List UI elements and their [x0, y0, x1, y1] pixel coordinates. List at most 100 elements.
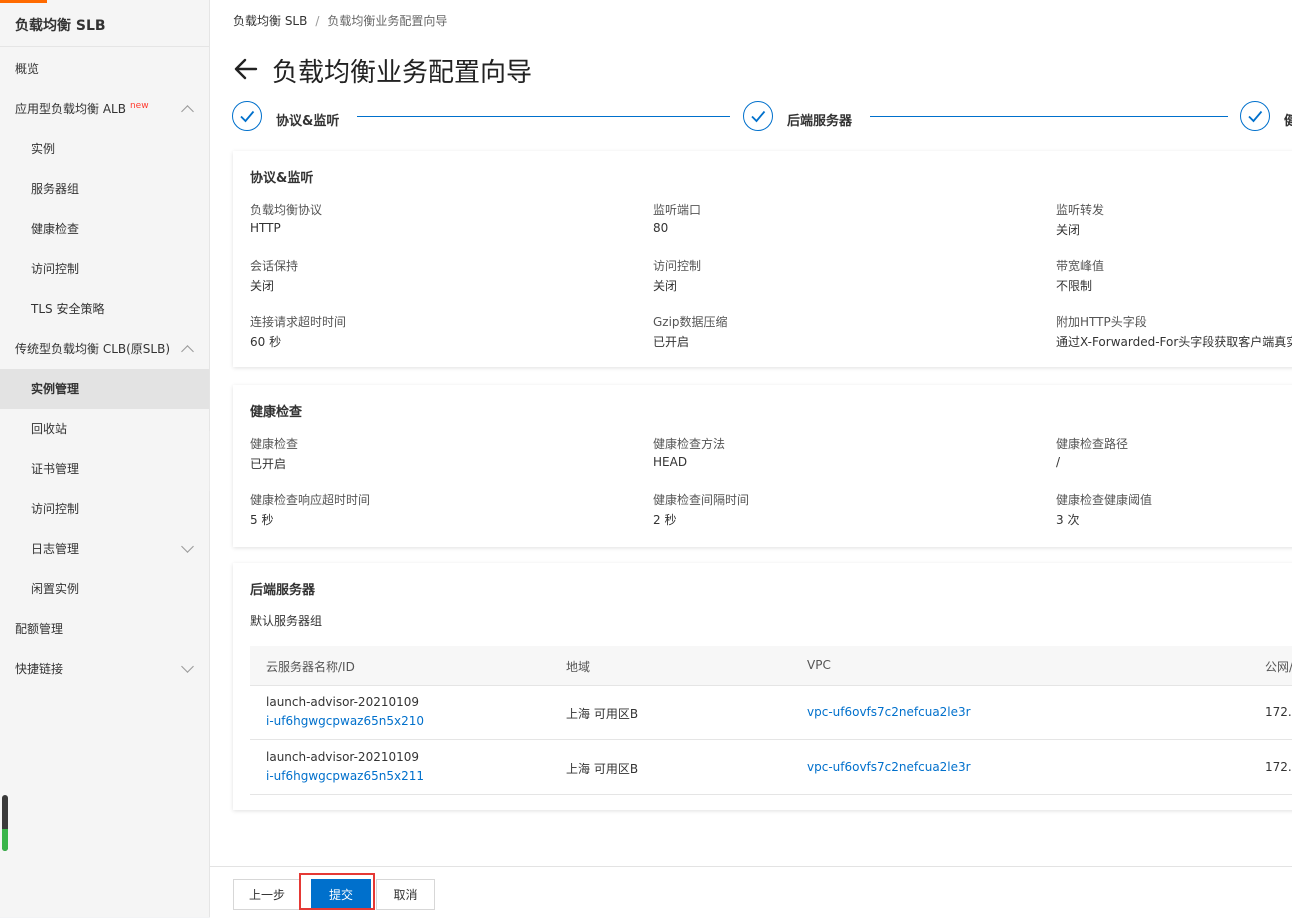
arrow-left-icon[interactable] [232, 55, 260, 83]
vpc-link[interactable]: vpc-uf6ovfs7c2nefcua2le3r [807, 705, 971, 719]
sidebar-item-health-check[interactable]: 健康检查 [0, 209, 209, 249]
field-value: 已开启 [653, 335, 690, 349]
sidebar-item-alb-access-control[interactable]: 访问控制 [0, 249, 209, 289]
main-content: 负载均衡 SLB / 负载均衡业务配置向导 负载均衡业务配置向导 协议&监听 后端服… [210, 0, 1292, 918]
sidebar-item-label: 访问控制 [31, 262, 80, 276]
sidebar-item-tls-policy[interactable]: TLS 安全策略 [0, 289, 209, 329]
field-label: 监听端口 [653, 203, 702, 217]
field-label: 健康检查响应超时时间 [250, 493, 371, 507]
field-label: 健康检查 [250, 437, 299, 451]
step-check-icon [1240, 101, 1270, 131]
sidebar-item-alb[interactable]: 应用型负载均衡 ALB new [0, 89, 209, 129]
sidebar-divider [0, 46, 209, 47]
field-value: 关闭 [1056, 223, 1081, 237]
server-name: launch-advisor-20210109 [266, 750, 420, 764]
listener-card: 协议&监听 负载均衡协议 HTTP 监听端口 80 监听转发 关闭 会话保持 关… [233, 151, 1292, 367]
field-label: Gzip数据压缩 [653, 315, 728, 329]
backend-servers-card: 后端服务器 默认服务器组 云服务器名称/ID 地域 VPC 公网/ launch… [233, 563, 1292, 810]
sidebar-item-label: 回收站 [31, 422, 68, 436]
server-region: 上海 可用区B [566, 762, 639, 776]
server-ip: 172.1 [1265, 760, 1292, 774]
sidebar-item-label: 证书管理 [31, 462, 80, 476]
chevron-up-icon[interactable] [181, 105, 194, 118]
sidebar-item-clb-access-control[interactable]: 访问控制 [0, 489, 209, 529]
breadcrumb: 负载均衡 SLB / 负载均衡业务配置向导 [233, 12, 447, 29]
floating-widget-indicator [2, 829, 8, 851]
sidebar-item-label: 闲置实例 [31, 582, 80, 596]
sidebar-item-certificates[interactable]: 证书管理 [0, 449, 209, 489]
listener-card-title: 协议&监听 [250, 171, 314, 186]
field-value: 3 次 [1056, 513, 1080, 527]
server-id-link[interactable]: i-uf6hgwgcpwaz65n5x210 [266, 714, 424, 728]
server-region: 上海 可用区B [566, 707, 639, 721]
field-value: 关闭 [250, 279, 275, 293]
sidebar-item-alb-instances[interactable]: 实例 [0, 129, 209, 169]
breadcrumb-current: 负载均衡业务配置向导 [327, 14, 448, 28]
field-value: 5 秒 [250, 513, 274, 527]
step-connector [870, 116, 1228, 117]
server-ip: 172.1 [1265, 705, 1292, 719]
floating-widget[interactable] [2, 795, 8, 851]
sidebar-item-label: 健康检查 [31, 222, 80, 236]
field-label: 健康检查间隔时间 [653, 493, 750, 507]
field-label: 附加HTTP头字段 [1056, 315, 1147, 329]
sidebar-title: 负载均衡 SLB [15, 18, 106, 34]
field-label: 访问控制 [653, 259, 702, 273]
step-check-icon [232, 101, 262, 131]
field-label: 健康检查健康阈值 [1056, 493, 1153, 507]
sidebar-item-label: 实例 [31, 142, 56, 156]
sidebar-item-instance-management[interactable]: 实例管理 [0, 369, 209, 409]
sidebar-item-label: 日志管理 [31, 542, 80, 556]
field-value: HEAD [653, 455, 688, 469]
field-value: 80 [653, 221, 669, 235]
field-label: 健康检查路径 [1056, 437, 1129, 451]
health-check-card: 健康检查 健康检查 已开启 健康检查方法 HEAD 健康检查路径 / 健康检查响… [233, 385, 1292, 547]
sidebar-item-quota[interactable]: 配额管理 [0, 609, 209, 649]
breadcrumb-root[interactable]: 负载均衡 SLB [233, 14, 307, 28]
chevron-up-icon[interactable] [181, 345, 194, 358]
sidebar-item-server-groups[interactable]: 服务器组 [0, 169, 209, 209]
page-title: 负载均衡业务配置向导 [272, 58, 533, 88]
step-label-backend: 后端服务器 [787, 114, 853, 129]
sidebar-item-label: 快捷链接 [15, 662, 64, 676]
previous-step-button[interactable]: 上一步 [233, 879, 301, 910]
sidebar-item-label: 应用型负载均衡 ALB [15, 102, 126, 116]
sidebar-item-label: 实例管理 [31, 382, 80, 396]
column-header-name: 云服务器名称/ID [266, 660, 355, 674]
sidebar-item-quick-links[interactable]: 快捷链接 [0, 649, 209, 689]
field-label: 带宽峰值 [1056, 259, 1105, 273]
field-value: 2 秒 [653, 513, 677, 527]
sidebar-item-label: 访问控制 [31, 502, 80, 516]
backend-card-title: 后端服务器 [250, 583, 316, 598]
chevron-down-icon[interactable] [181, 540, 194, 553]
field-value: 通过X-Forwarded-For头字段获取客户端真实I [1056, 335, 1292, 349]
field-label: 连接请求超时时间 [250, 315, 347, 329]
field-label: 会话保持 [250, 259, 299, 273]
column-header-vpc: VPC [807, 658, 831, 672]
table-row: launch-advisor-20210109 i-uf6hgwgcpwaz65… [250, 740, 1292, 795]
sidebar-item-label: 概览 [15, 62, 40, 76]
vpc-link[interactable]: vpc-uf6ovfs7c2nefcua2le3r [807, 760, 971, 774]
sidebar-item-overview[interactable]: 概览 [0, 49, 209, 89]
brand-accent-bar [0, 0, 47, 3]
field-label: 监听转发 [1056, 203, 1105, 217]
action-footer: 上一步 提交 取消 [210, 866, 1292, 918]
sidebar: 负载均衡 SLB 概览 应用型负载均衡 ALB new 实例 服务器组 健康检查 … [0, 0, 210, 917]
submit-button[interactable]: 提交 [311, 879, 371, 910]
sidebar-item-label: TLS 安全策略 [31, 302, 105, 316]
sidebar-item-log-management[interactable]: 日志管理 [0, 529, 209, 569]
sidebar-item-clb[interactable]: 传统型负载均衡 CLB(原SLB) [0, 329, 209, 369]
step-label-listener: 协议&监听 [276, 114, 340, 129]
sidebar-item-idle-instances[interactable]: 闲置实例 [0, 569, 209, 609]
chevron-down-icon[interactable] [181, 660, 194, 673]
sidebar-item-recycle-bin[interactable]: 回收站 [0, 409, 209, 449]
server-name: launch-advisor-20210109 [266, 695, 420, 709]
server-id-link[interactable]: i-uf6hgwgcpwaz65n5x211 [266, 769, 424, 783]
step-check-icon [743, 101, 773, 131]
health-check-card-title: 健康检查 [250, 405, 303, 420]
cancel-button[interactable]: 取消 [376, 879, 435, 910]
field-value: 已开启 [250, 457, 287, 471]
field-value: 60 秒 [250, 335, 282, 349]
breadcrumb-separator: / [315, 14, 320, 28]
field-label: 健康检查方法 [653, 437, 726, 451]
